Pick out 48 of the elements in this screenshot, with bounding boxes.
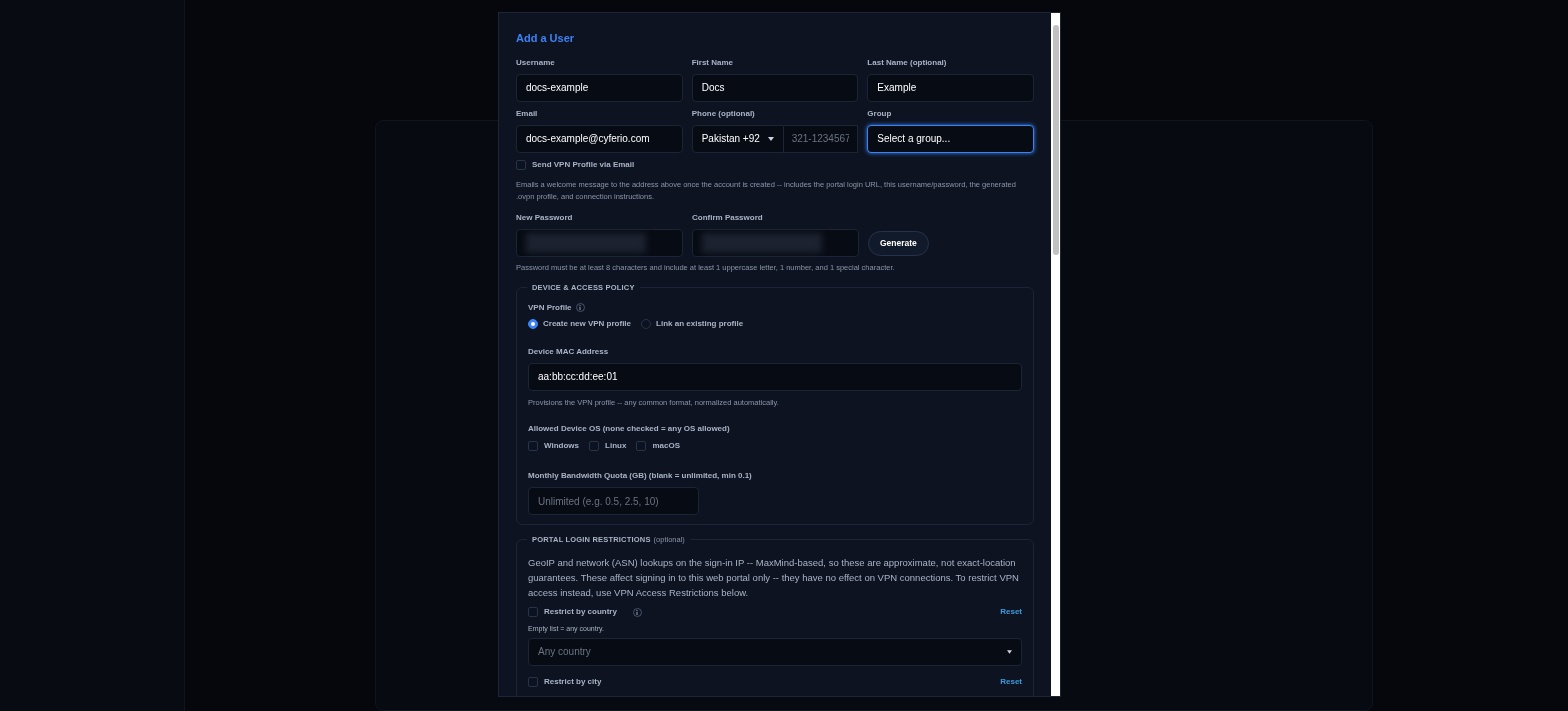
email-field[interactable]: docs-example@cyferio.com <box>516 124 683 153</box>
field-label: Last Name (optional) <box>867 56 948 69</box>
checkbox[interactable] <box>528 607 538 617</box>
dialog-title: Add a User <box>516 31 576 46</box>
checkbox-label: Windows <box>544 440 580 452</box>
checkbox[interactable] <box>516 159 526 170</box>
checkbox[interactable] <box>528 676 538 687</box>
field-label: New Password <box>516 211 574 224</box>
scrollbar[interactable] <box>1051 13 1060 696</box>
text-field[interactable]: Docs <box>691 73 859 102</box>
radio-label: Link an existing profile <box>656 317 744 330</box>
field-label: Device MAC Address <box>528 345 610 358</box>
checkbox-label: Restrict by country <box>544 606 617 618</box>
checkbox-label: Linux <box>605 440 627 452</box>
field-label: Username <box>516 56 556 69</box>
checkbox[interactable] <box>636 441 647 451</box>
field-label: Allowed Device OS (none checked = any OS allowed) <box>528 423 731 435</box>
mac-address-field[interactable]: aa:bb:cc:dd:ee:01 <box>528 362 1022 391</box>
quota-field[interactable]: Unlimited (e.g. 0.5, 2.5, 10) <box>528 487 699 515</box>
reset-link[interactable]: Reset <box>1000 675 1022 688</box>
country-code-select[interactable]: Pakistan +92 <box>691 124 784 153</box>
group-select[interactable]: Select a group... <box>867 124 1034 153</box>
field-label: VPN Profile <box>528 301 572 314</box>
password-field[interactable] <box>516 228 683 257</box>
field-label: Group <box>867 107 893 120</box>
checkbox-label: macOS <box>652 440 680 452</box>
description-text: GeoIP and network (ASN) lookups on the sign-in IP -- MaxMind-based, so these are approximate, not exact-location guarantees. These affect signing in to this web portal only -- they have no effect on VPN connections. To restrict VPN access instead, use VPN Access Restrictions below. <box>528 556 1020 600</box>
text-field[interactable]: docs-example <box>516 73 683 102</box>
field-label: First Name <box>691 56 735 69</box>
radio-button[interactable] <box>528 318 538 329</box>
phone-field[interactable]: 321-1234567 <box>783 124 859 153</box>
field-label: Monthly Bandwidth Quota (GB) (blank = unlimited, min 0.1) <box>528 470 753 482</box>
text-field[interactable]: Example <box>867 73 1034 102</box>
password-field[interactable] <box>692 228 859 257</box>
country-select[interactable]: Any country <box>528 637 1022 666</box>
radio-label: Create new VPN profile <box>543 317 632 330</box>
caret-icon <box>767 136 774 141</box>
generate-button[interactable]: Generate <box>868 230 929 256</box>
field-label: Email <box>516 107 539 120</box>
checkbox-label: Restrict by city <box>544 675 602 688</box>
caret-icon <box>1007 649 1012 654</box>
field-label: Confirm Password <box>692 211 764 224</box>
radio-button[interactable] <box>641 318 652 329</box>
field-label: Phone (optional) <box>691 107 756 120</box>
reset-link[interactable]: Reset <box>1000 606 1022 618</box>
checkbox[interactable] <box>528 441 538 451</box>
checkbox-label: Send VPN Profile via Email <box>532 158 635 171</box>
checkbox[interactable] <box>589 441 600 451</box>
